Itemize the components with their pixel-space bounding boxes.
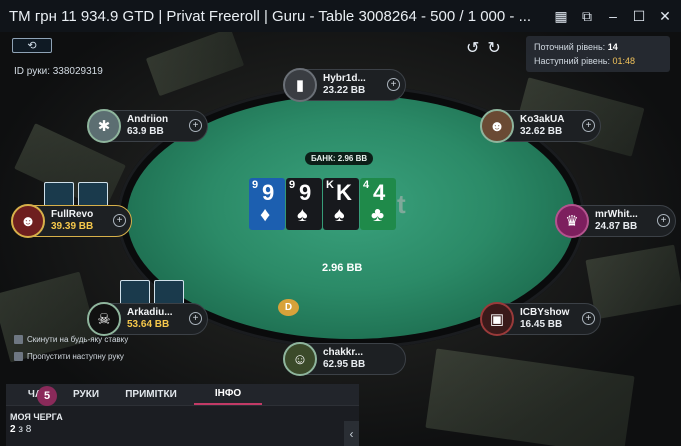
background-money [585, 244, 681, 320]
pot-amount: 2.96 BB [322, 262, 363, 274]
avatar: ♛ [555, 204, 589, 238]
player-name: Ko3akUA [520, 114, 565, 125]
add-note-icon[interactable]: + [189, 119, 202, 132]
background-money [0, 271, 98, 363]
replay-button[interactable]: ⟲ [12, 38, 52, 53]
player-stack: 23.22 BB [323, 85, 366, 96]
player-stack: 16.45 BB [520, 319, 563, 330]
robot-icon: ▣ [489, 311, 505, 328]
queue-title: МОЯ ЧЕРГА [10, 412, 63, 422]
sit-out-checkbox[interactable] [14, 352, 23, 361]
add-note-icon[interactable]: + [387, 78, 400, 91]
close-icon[interactable]: ✕ [655, 6, 675, 26]
avatar: ☺ [283, 342, 317, 376]
board-card: 4 4 ♣ [360, 178, 396, 230]
sit-out-label: Пропустити наступну руку [27, 352, 124, 361]
player-name: FullRevo [51, 209, 94, 220]
title-bar: TM грн 11 934.9 GTD | Privat Freeroll | … [0, 0, 681, 32]
next-level-label: Наступний рівень: [534, 56, 610, 66]
player-seat[interactable]: ☠ Arkadiu... 53.64 BB + [87, 302, 208, 336]
sit-out-option[interactable]: Пропустити наступну руку [14, 352, 124, 361]
window-controls: ▦ ⧉ – ☐ ✕ [551, 6, 675, 26]
player-stack: 39.39 BB [51, 221, 94, 232]
current-level-value: 14 [607, 42, 618, 52]
player-stack: 32.62 BB [520, 126, 563, 137]
rotate-left-icon[interactable]: ↺ [466, 38, 479, 58]
player-name: ICBYshow [520, 307, 570, 318]
pot-label: БАНК: 2.96 BB [305, 152, 374, 165]
player-stack: 24.87 BB [595, 221, 638, 232]
tab-notes[interactable]: ПРИМІТКИ [108, 384, 194, 405]
add-note-icon[interactable]: + [582, 312, 595, 325]
avatar: ▣ [480, 302, 514, 336]
player-seat[interactable]: ♛ mrWhit... 24.87 BB + [555, 204, 676, 238]
chat-badge: 5 [37, 386, 57, 406]
fold-any-option[interactable]: Скинути на будь-яку ставку [14, 335, 128, 344]
fold-any-label: Скинути на будь-яку ставку [27, 335, 129, 344]
fold-any-checkbox[interactable] [14, 335, 23, 344]
avatar: ☻ [480, 109, 514, 143]
window-title: TM грн 11 934.9 GTD | Privat Freeroll | … [9, 7, 532, 25]
table-logo: t [397, 188, 406, 219]
rotate-controls: ↺ ↻ [466, 38, 501, 58]
level-info: Поточний рівень: 14 Наступний рівень: 01… [526, 36, 670, 72]
tab-hands[interactable]: РУКИ [64, 384, 108, 405]
avatar: ☻ [11, 204, 45, 238]
tab-info[interactable]: ІНФО [194, 384, 262, 405]
popout-icon[interactable]: ⧉ [577, 6, 597, 26]
player-seat-active[interactable]: ☻ FullRevo 39.39 BB + [11, 204, 132, 238]
joker-icon: ☠ [97, 311, 111, 328]
add-note-icon[interactable]: + [582, 119, 595, 132]
background-money [425, 348, 635, 446]
board-card: K K ♠ [323, 178, 359, 230]
player-name: Andriion [127, 114, 169, 125]
next-level-timer: 01:48 [612, 56, 636, 66]
maximize-icon[interactable]: ☐ [629, 6, 649, 26]
soldier-icon: ☺ [292, 350, 308, 368]
avatar: ✱ [87, 109, 121, 143]
player-seat[interactable]: ✱ Andriion 63.9 BB + [87, 109, 208, 143]
board-card: 9 9 ♠ [286, 178, 322, 230]
info-panel: ЧА РУКИ ПРИМІТКИ ІНФО 5 МОЯ ЧЕРГА 2 з 8 … [6, 384, 359, 446]
panel-tabs: ЧА РУКИ ПРИМІТКИ ІНФО [6, 384, 359, 406]
add-note-icon[interactable]: + [189, 312, 202, 325]
avatar: ☠ [87, 302, 121, 336]
wolf-icon: ✱ [97, 118, 111, 135]
jester-icon: ♛ [565, 213, 579, 230]
player-name: mrWhit... [595, 209, 638, 220]
grid-icon[interactable]: ▦ [551, 6, 571, 26]
player-stack: 62.95 BB [323, 359, 366, 370]
history-icon: ⟲ [27, 40, 37, 52]
player-name: chakkr... [323, 347, 364, 358]
board-card: 9 9 ♦ [249, 178, 285, 230]
player-name: Arkadiu... [127, 307, 173, 318]
add-note-icon[interactable]: + [113, 214, 126, 227]
collapse-panel-button[interactable]: ‹ [344, 421, 359, 446]
player-seat[interactable]: ☻ Ko3akUA 32.62 BB + [480, 109, 601, 143]
dealer-button: D [278, 299, 299, 316]
chevron-left-icon: ‹ [349, 426, 354, 441]
table-icon: ▮ [295, 77, 305, 94]
player-seat[interactable]: ▮ Hybr1d... 23.22 BB + [283, 68, 406, 102]
rotate-right-icon[interactable]: ↻ [487, 38, 500, 58]
player-name: Hybr1d... [323, 73, 366, 84]
hand-id: ID руки: 338029319 [14, 66, 103, 77]
current-level-label: Поточний рівень: [534, 42, 606, 52]
player-stack: 63.9 BB [127, 126, 164, 137]
avatar: ▮ [283, 68, 317, 102]
add-note-icon[interactable]: + [657, 214, 670, 227]
cossack-icon: ☻ [489, 117, 505, 135]
background-money [145, 32, 245, 97]
player-stack: 53.64 BB [127, 319, 170, 330]
player-seat[interactable]: ▣ ICBYshow 16.45 BB + [480, 302, 601, 336]
queue-count: 2 з 8 [10, 424, 32, 435]
player-seat[interactable]: ☺ chakkr... 62.95 BB [283, 342, 406, 376]
minimize-icon[interactable]: – [603, 6, 623, 26]
community-cards: 9 9 ♦ 9 9 ♠ K K ♠ 4 4 ♣ t [249, 178, 427, 230]
character-icon: ☻ [20, 212, 36, 230]
